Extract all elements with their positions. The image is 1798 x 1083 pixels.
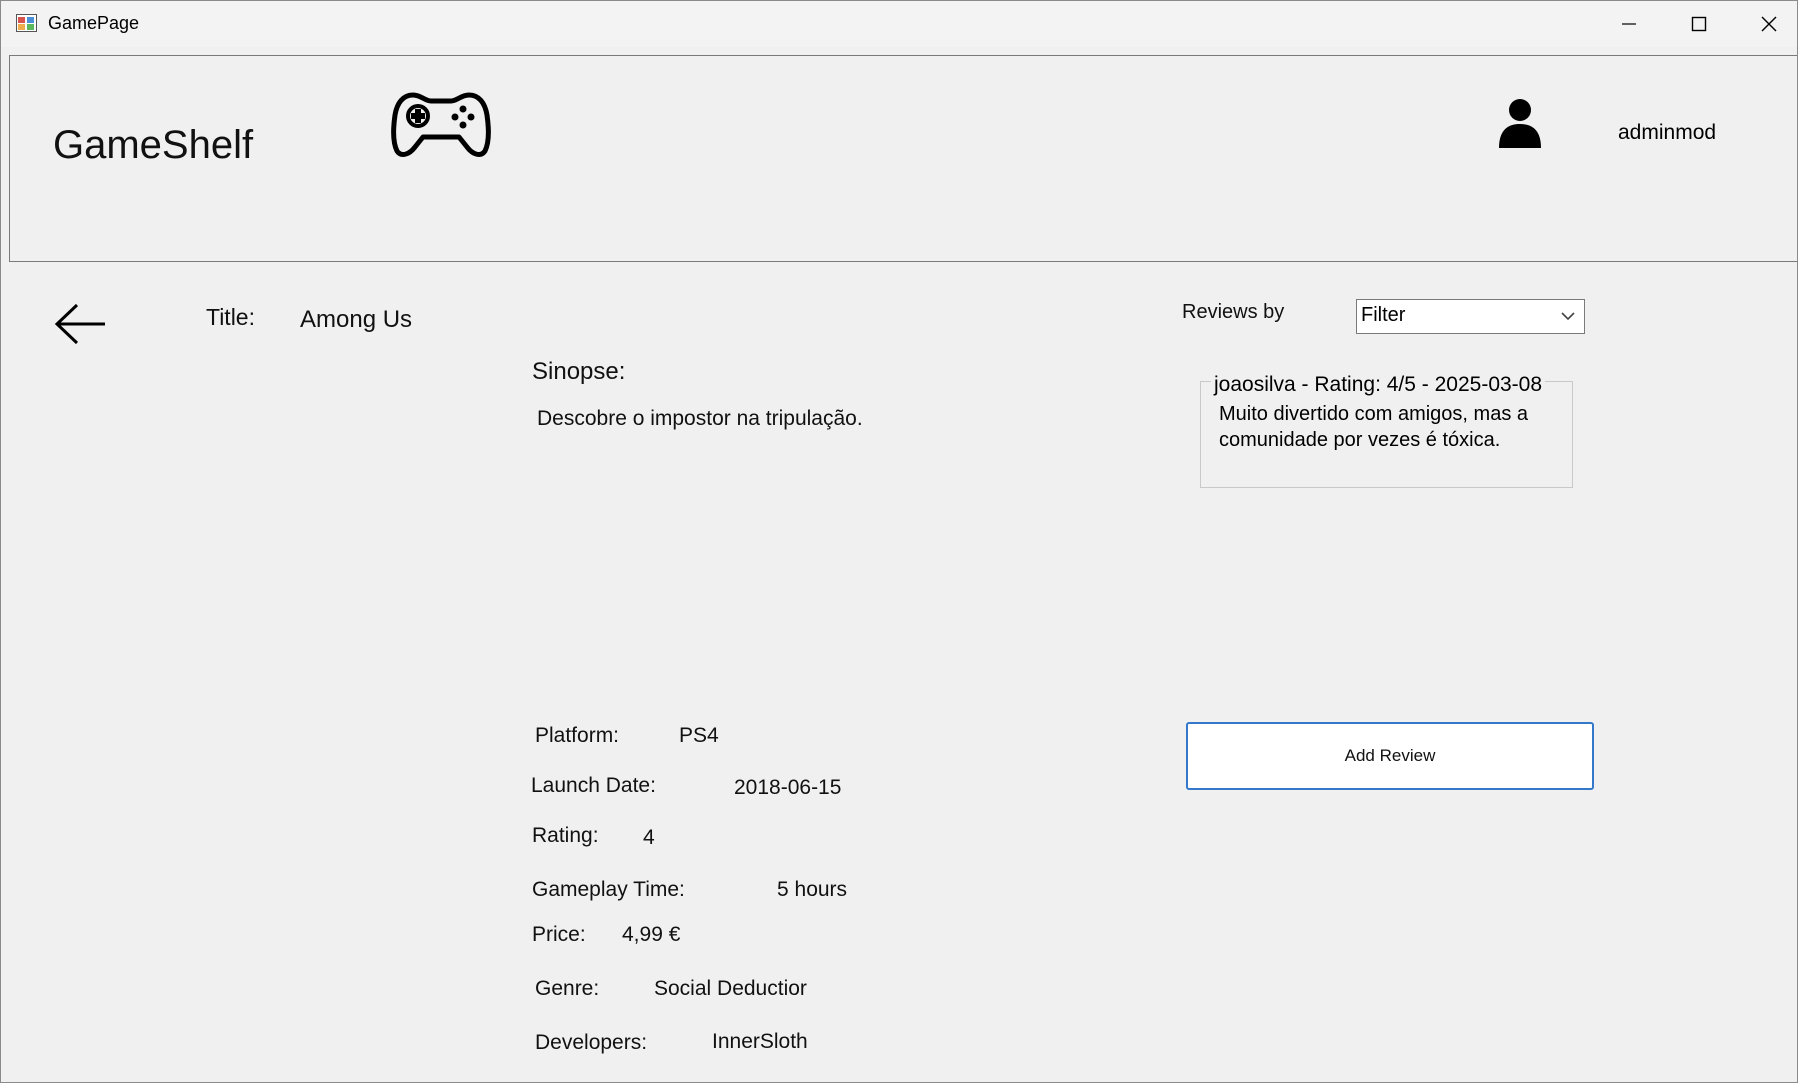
developers-label: Developers: (535, 1031, 648, 1054)
launch-date-label: Launch Date: (531, 774, 656, 797)
gameplay-time-label: Gameplay Time: (532, 878, 685, 901)
filter-selected-value: Filter (1361, 304, 1406, 326)
maximize-icon (1691, 16, 1707, 32)
developers-value: InnerSloth (712, 1030, 808, 1053)
close-icon (1761, 16, 1777, 32)
genre-value: Social Deductior (654, 977, 807, 1000)
reviews-filter-select[interactable]: Filter (1356, 299, 1585, 334)
app-window-icon (16, 14, 37, 32)
header-panel (9, 55, 1797, 262)
genre-label: Genre: (535, 977, 600, 1000)
title-value: Among Us (300, 306, 413, 333)
reviews-by-label: Reviews by (1182, 301, 1285, 323)
maximize-button[interactable] (1664, 1, 1734, 47)
review-header: joaosilva - Rating: 4/5 - 2025-03-08 (1211, 373, 1546, 397)
rating-value: 4 (643, 826, 655, 849)
rating-label: Rating: (532, 824, 599, 847)
add-review-label: Add Review (1344, 746, 1436, 765)
review-text: Muito divertido com amigos, mas a comuni… (1219, 403, 1529, 451)
title-label: Title: (206, 304, 255, 330)
game-page-window: GamePage GameShelf adminmod Title: Among… (0, 0, 1798, 1083)
synopsis-value: Descobre o impostor na tripulação. (537, 407, 863, 430)
window-title: GamePage (48, 13, 140, 33)
username-label: adminmod (1618, 121, 1717, 144)
gameplay-time-value: 5 hours (777, 878, 848, 901)
user-icon[interactable] (1496, 98, 1544, 150)
chevron-down-icon (1561, 312, 1575, 321)
price-value: 4,99 € (622, 923, 681, 946)
gamepad-icon (391, 92, 491, 157)
minimize-icon (1622, 23, 1636, 25)
add-review-button[interactable]: Add Review (1186, 722, 1594, 790)
synopsis-label: Sinopse: (532, 358, 626, 385)
back-arrow-icon[interactable] (53, 301, 107, 347)
price-label: Price: (532, 923, 586, 946)
platform-value: PS4 (679, 724, 719, 747)
title-bar[interactable]: GamePage (1, 1, 1797, 47)
launch-date-value: 2018-06-15 (734, 776, 842, 799)
minimize-button[interactable] (1594, 1, 1664, 47)
brand-title: GameShelf (53, 123, 254, 167)
platform-label: Platform: (535, 724, 620, 747)
close-button[interactable] (1734, 1, 1797, 47)
